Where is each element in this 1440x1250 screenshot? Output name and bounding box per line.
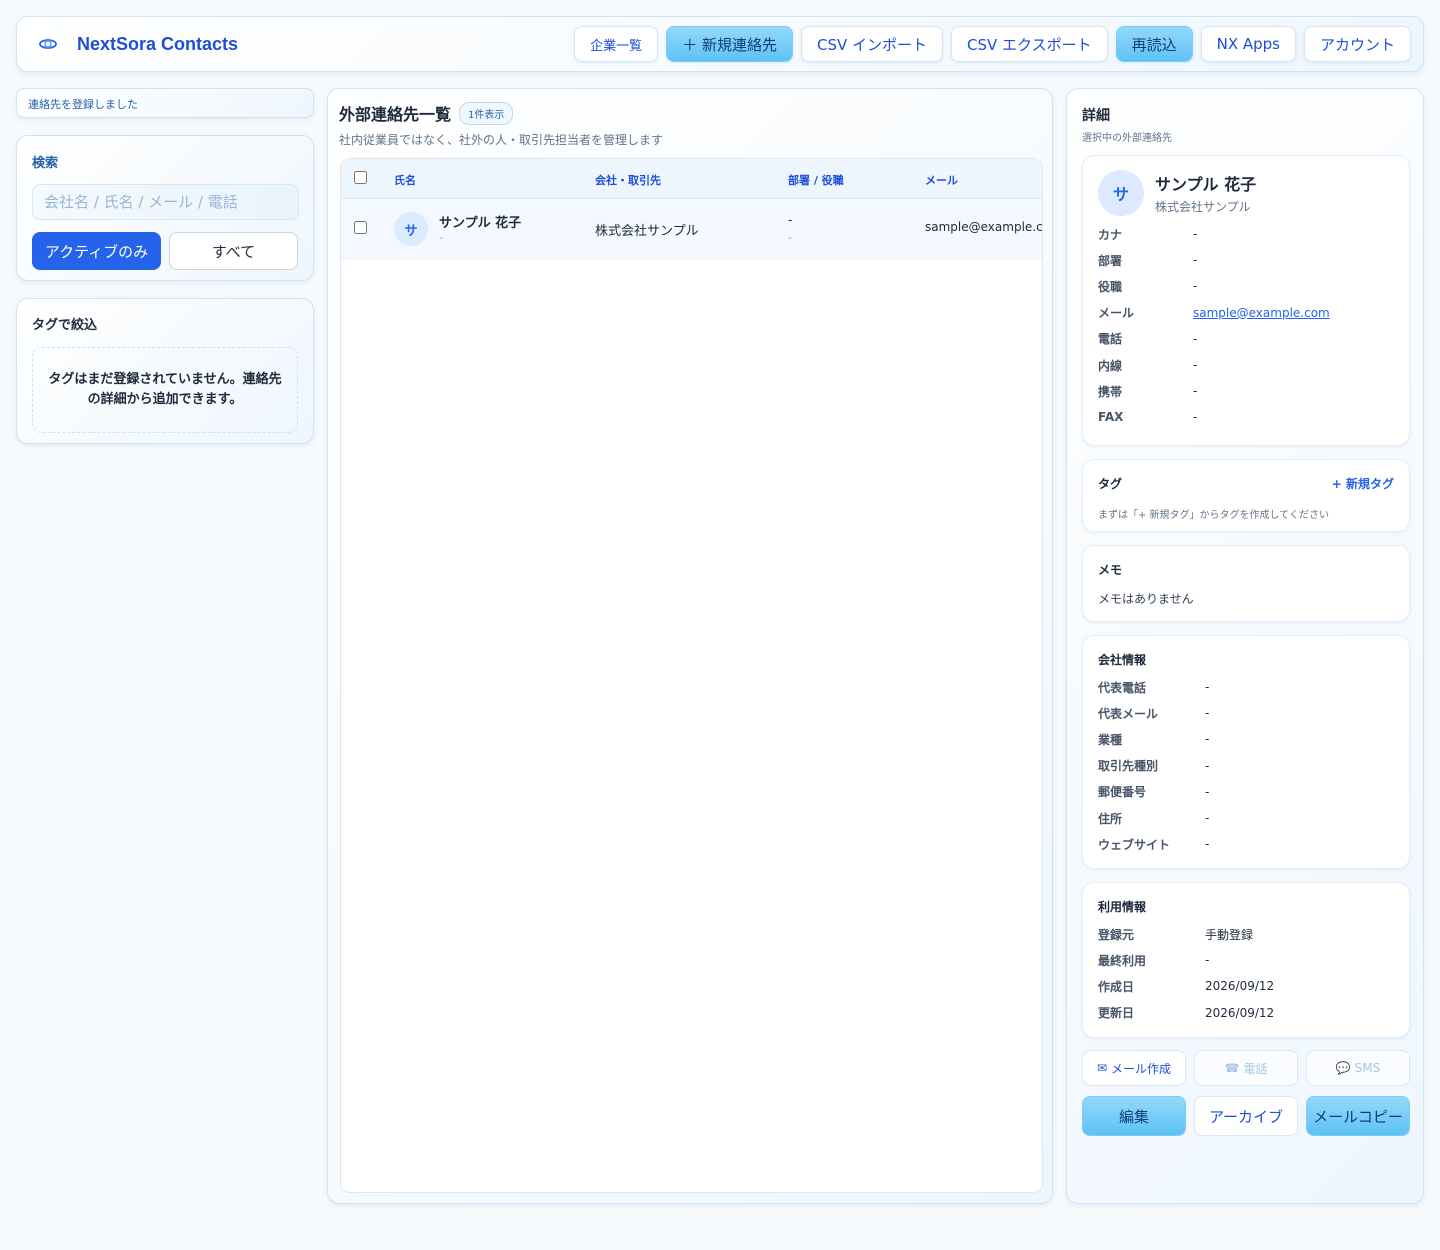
column-company: 会社・取引先 — [595, 174, 661, 187]
field-phone: 電話 - — [1098, 331, 1198, 347]
select-all-checkbox[interactable] — [354, 171, 367, 184]
compose-mail-label: メール作成 — [1111, 1061, 1172, 1076]
company-postal-code: 郵便番号 - — [1098, 784, 1210, 800]
contact-table: 氏名 会社・取引先 部署 / 役職 メール サ サンプル 花子 - 株式会社サン… — [340, 158, 1043, 1193]
companies-button[interactable]: 企業一覧 — [574, 26, 659, 62]
filter-active-button[interactable]: アクティブのみ — [32, 232, 161, 270]
envelope-icon: ✉ — [1096, 1061, 1108, 1075]
company-website: ウェブサイト - — [1098, 837, 1210, 852]
profile-company: 株式会社サンプル — [1155, 200, 1251, 214]
compose-mail-button[interactable]: ✉ メール作成 — [1082, 1050, 1186, 1086]
company-partner-type: 取引先種別 - — [1098, 758, 1210, 774]
profile-name: サンプル 花子 — [1155, 175, 1257, 194]
company-address: 住所 - — [1098, 811, 1210, 826]
sms-button[interactable]: 💬 SMS — [1306, 1050, 1410, 1086]
tag-filter-empty: タグはまだ登録されていません。連絡先の詳細から追加できます。 — [32, 347, 298, 433]
company-info-label: 会社情報 — [1098, 653, 1147, 667]
column-email: メール — [925, 174, 958, 187]
contact-name: サンプル 花子 — [439, 216, 522, 231]
archive-button[interactable]: アーカイブ — [1194, 1096, 1298, 1136]
company-phone: 代表電話 - — [1098, 680, 1210, 695]
company-email: 代表メール - — [1098, 706, 1210, 721]
call-button[interactable]: ☎ 電話 — [1194, 1050, 1298, 1086]
edit-button[interactable]: 編集 — [1082, 1096, 1186, 1136]
contact-email: sample@example.com — [925, 220, 1043, 234]
field-kana: カナ - — [1098, 227, 1198, 242]
contact-role: - — [788, 231, 792, 244]
usage-info-label: 利用情報 — [1098, 900, 1147, 914]
count-badge: 1件表示 — [459, 101, 514, 125]
copy-email-button[interactable]: メールコピー — [1306, 1096, 1410, 1136]
app-header: NextSora Contacts 企業一覧 ＋ 新規連絡先 CSV インポート… — [16, 16, 1424, 72]
tags-label: タグ — [1098, 477, 1123, 491]
contact-dept: - — [788, 213, 793, 227]
account-button[interactable]: アカウント — [1303, 26, 1411, 62]
column-name: 氏名 — [394, 174, 416, 187]
contact-name-sub: - — [439, 231, 443, 244]
table-row[interactable]: サ サンプル 花子 - 株式会社サンプル - - sample@example.… — [341, 199, 1042, 260]
tags-card: タグ + 新規タグ まずは「+ 新規タグ」からタグを作成してください — [1082, 459, 1410, 532]
list-title: 外部連絡先一覧 — [339, 105, 452, 124]
usage-last-used: 最終利用 - — [1098, 953, 1210, 968]
avatar: サ — [394, 212, 428, 246]
reload-button[interactable]: 再読込 — [1115, 26, 1193, 62]
field-mobile: 携帯 - — [1098, 384, 1198, 399]
app-title: NextSora Contacts — [77, 33, 239, 54]
search-input[interactable] — [32, 184, 299, 220]
profile-fields: カナ - 部署 - 役職 - メール sample@example.com 電話 - 内線… — [1098, 221, 1394, 431]
column-dept-role: 部署 / 役職 — [788, 174, 844, 187]
tag-filter-panel: タグで絞込 タグはまだ登録されていません。連絡先の詳細から追加できます。 — [16, 298, 314, 444]
contact-list-panel: 外部連絡先一覧 1件表示 社内従業員ではなく、社外の人・取引先担当者を管理します… — [327, 88, 1053, 1204]
logo-icon — [39, 39, 57, 49]
csv-import-button[interactable]: CSV インポート — [800, 26, 943, 62]
new-contact-button[interactable]: ＋ 新規連絡先 — [666, 26, 793, 62]
chat-bubble-icon: 💬 — [1335, 1061, 1351, 1075]
sms-label: SMS — [1354, 1061, 1381, 1075]
list-subtitle: 社内従業員ではなく、社外の人・取引先担当者を管理します — [339, 133, 664, 147]
toast-message: 連絡先を登録しました — [16, 88, 314, 118]
field-title: 役職 - — [1098, 279, 1198, 294]
contact-action-row: ✉ メール作成 ☎ 電話 💬 SMS — [1082, 1050, 1410, 1086]
usage-source: 登録元 手動登録 — [1098, 927, 1254, 942]
company-industry: 業種 - — [1098, 732, 1210, 747]
row-checkbox[interactable] — [354, 221, 367, 234]
usage-updated: 更新日 2026/09/12 — [1098, 1005, 1275, 1021]
edit-action-row: 編集 アーカイブ メールコピー — [1082, 1096, 1410, 1136]
header-nav: 企業一覧 ＋ 新規連絡先 CSV インポート CSV エクスポート 再読込 NX… — [574, 26, 1411, 62]
contact-company: 株式会社サンプル — [595, 224, 699, 239]
field-email: メール sample@example.com — [1098, 305, 1330, 321]
table-header: 氏名 会社・取引先 部署 / 役職 メール — [341, 159, 1042, 199]
tag-filter-label: タグで絞込 — [32, 318, 98, 333]
company-info-card: 会社情報 代表電話 - 代表メール - 業種 - 取引先種別 - 郵便番号 - 住所 - ウ… — [1082, 635, 1410, 869]
tags-hint: まずは「+ 新規タグ」からタグを作成してください — [1098, 510, 1329, 521]
memo-card: メモ メモはありません — [1082, 545, 1410, 622]
field-department: 部署 - — [1098, 253, 1198, 268]
email-link[interactable]: sample@example.com — [1193, 306, 1330, 320]
field-fax: FAX - — [1098, 410, 1198, 425]
memo-text: メモはありません — [1098, 592, 1194, 606]
detail-title: 詳細 — [1082, 108, 1110, 124]
csv-export-button[interactable]: CSV エクスポート — [951, 26, 1108, 62]
filter-all-button[interactable]: すべて — [169, 232, 298, 270]
profile-card: サ サンプル 花子 株式会社サンプル カナ - 部署 - 役職 - メール sample… — [1082, 155, 1410, 446]
filter-row: アクティブのみ すべて — [32, 232, 298, 270]
phone-icon: ☎ — [1224, 1061, 1240, 1075]
avatar: サ — [1098, 170, 1144, 216]
field-extension: 内線 - — [1098, 358, 1198, 373]
detail-subtitle: 選択中の外部連絡先 — [1082, 133, 1172, 144]
new-tag-button[interactable]: + 新規タグ — [1332, 475, 1394, 492]
search-label: 検索 — [32, 156, 59, 171]
usage-info-card: 利用情報 登録元 手動登録 最終利用 - 作成日 2026/09/12 更新日 2026… — [1082, 882, 1410, 1038]
nx-apps-button[interactable]: NX Apps — [1200, 26, 1296, 62]
search-panel: 検索 アクティブのみ すべて — [16, 135, 314, 281]
usage-created: 作成日 2026/09/12 — [1098, 979, 1275, 994]
call-label: 電話 — [1243, 1061, 1268, 1076]
detail-panel: 詳細 選択中の外部連絡先 サ サンプル 花子 株式会社サンプル カナ - 部署 - … — [1066, 88, 1424, 1204]
memo-label: メモ — [1098, 563, 1123, 577]
